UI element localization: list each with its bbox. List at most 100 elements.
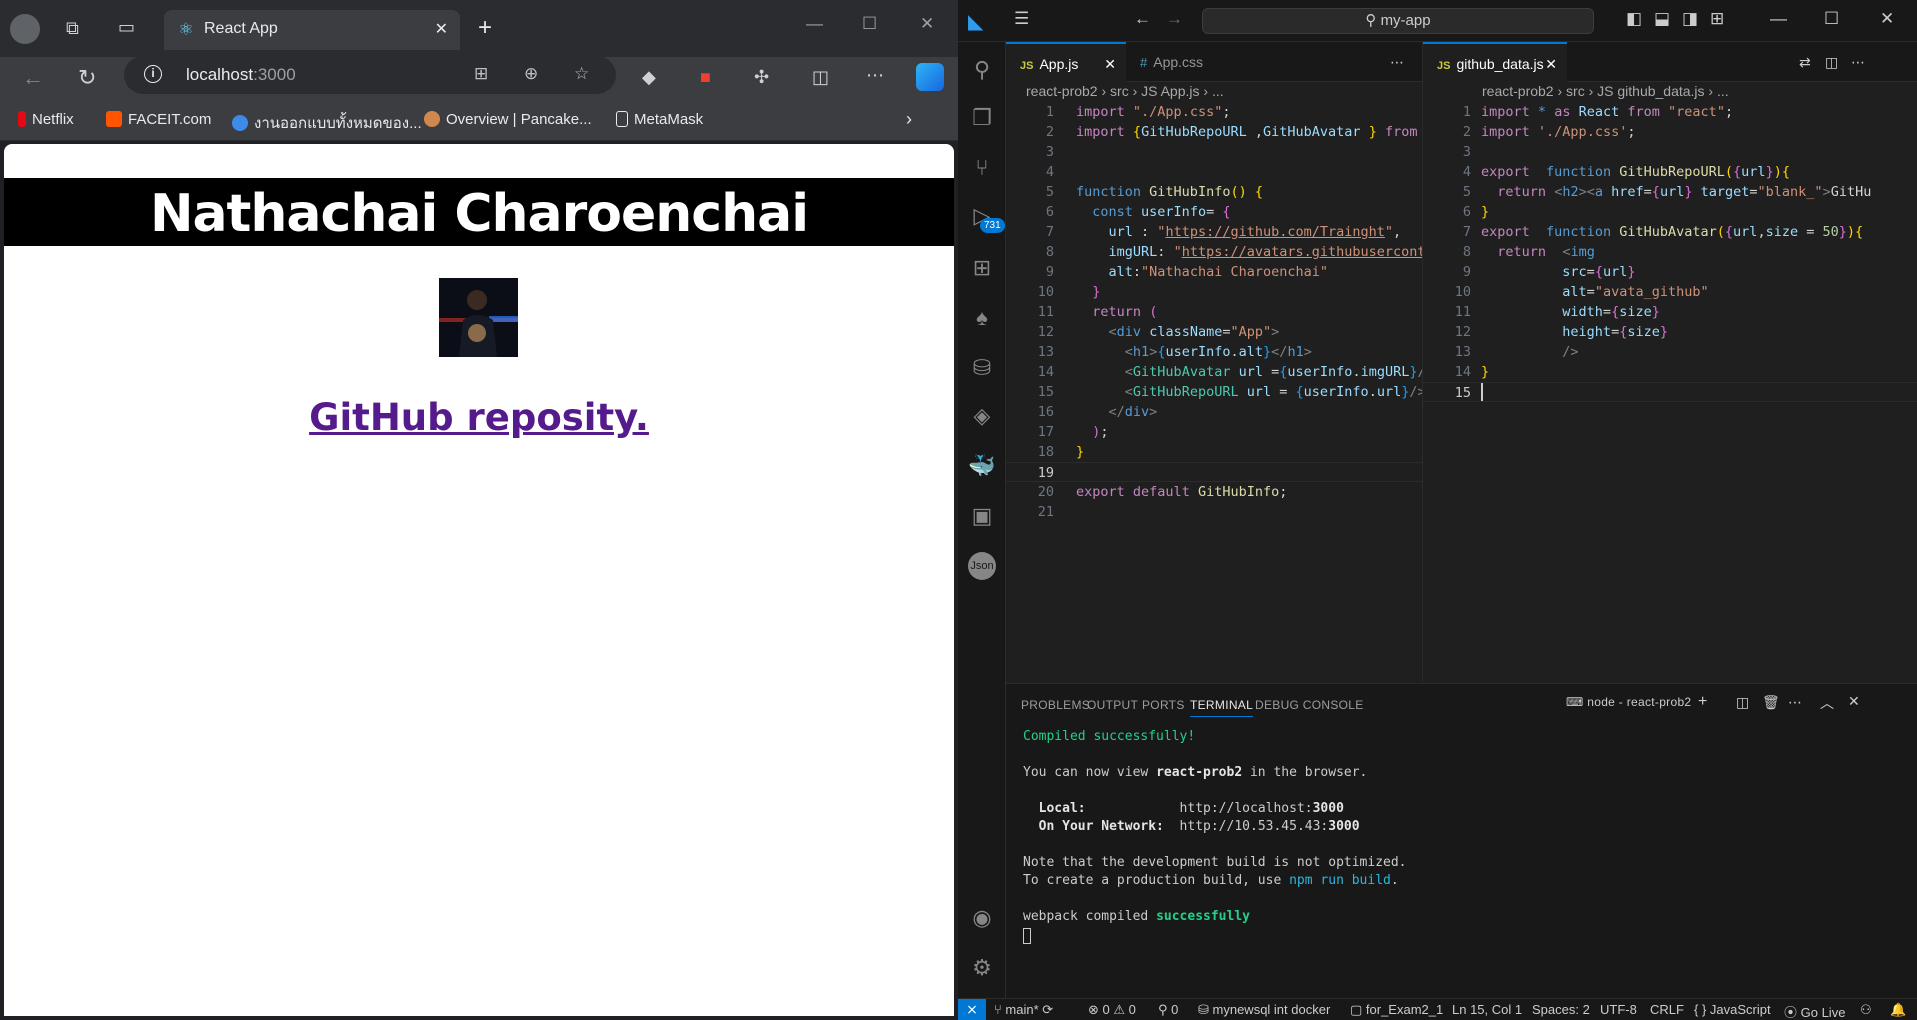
problems-count[interactable]: ⊗ 0 ⚠ 0 <box>1088 1002 1136 1018</box>
language-mode[interactable]: { } JavaScript <box>1694 1002 1771 1017</box>
command-center-search[interactable]: ⚲ my-app <box>1202 8 1594 34</box>
app-available-icon[interactable]: ⊞ <box>474 64 488 84</box>
panel-tab-problems[interactable]: PROBLEMS <box>1021 698 1090 712</box>
panel-more-icon[interactable]: ⋯ <box>1788 694 1802 711</box>
copilot-status-icon[interactable]: ⚇ <box>1860 1002 1872 1018</box>
bookmark-pancake[interactable]: Overview | Pancake... <box>424 111 592 128</box>
git-branch[interactable]: ⑂ main* ⟳ <box>994 1002 1053 1018</box>
panel-tab-ports[interactable]: PORTS <box>1142 698 1185 712</box>
right-editor-github-data-js[interactable]: 1 import * as React from "react"; 2 import… <box>1423 102 1917 682</box>
back-icon[interactable]: ← <box>22 65 44 91</box>
customize-layout-icon[interactable]: ⊞ <box>1710 9 1724 29</box>
terminal-selector[interactable]: ⌨ node - react-prob2 <box>1566 695 1691 709</box>
source-control-icon[interactable]: ⑂ <box>968 154 996 182</box>
more-actions-icon[interactable]: ⋯ <box>1376 42 1404 82</box>
open-changes-icon[interactable]: ⇄ <box>1785 42 1811 82</box>
tab-actions-icon[interactable]: ▭ <box>118 17 135 38</box>
new-terminal-icon[interactable]: + <box>1698 693 1708 711</box>
nav-forward-icon[interactable]: → <box>1166 9 1183 29</box>
more-icon[interactable]: ⋯ <box>866 65 884 86</box>
vscode-window: ◣ ☰ ← → ⚲ my-app ◧ ⬓ ◨ ⊞ — ☐ ✕ ⚲ ❐ ⑂ ▷ 7… <box>958 0 1917 1020</box>
db-connection[interactable]: ⛁ mynewsql int docker <box>1198 1002 1330 1018</box>
layers-icon[interactable]: ◈ <box>968 402 996 430</box>
search-icon[interactable]: ⚲ <box>968 56 996 84</box>
close-tab-icon[interactable]: ✕ <box>1104 44 1116 84</box>
panel-tab-terminal[interactable]: TERMINAL <box>1190 698 1254 717</box>
toggle-panel-icon[interactable]: ⬓ <box>1654 9 1670 29</box>
explorer-icon[interactable]: ❐ <box>968 104 996 132</box>
settings-gear-icon[interactable]: ⚙ <box>968 954 996 982</box>
more-actions-icon[interactable]: ⋯ <box>1837 42 1865 82</box>
zoom-icon[interactable]: ⊕ <box>524 64 538 84</box>
docker-icon[interactable]: 🐳 <box>968 452 996 480</box>
right-editor-tabs: JS github_data.js ✕ ⇄ ◫ ⋯ <box>1423 42 1917 82</box>
reload-icon[interactable]: ↻ <box>78 65 96 91</box>
kill-terminal-icon[interactable]: 🗑 <box>1762 694 1780 711</box>
tab-github-data-js[interactable]: JS github_data.js ✕ <box>1423 42 1567 82</box>
github-repo-link[interactable]: GitHub reposity. <box>309 396 649 439</box>
close-window-button[interactable]: ✕ <box>920 14 934 34</box>
bookmark-faceit[interactable]: FACEIT.com <box>106 111 211 128</box>
toggle-secondary-sidebar-icon[interactable]: ◨ <box>1682 9 1698 29</box>
json-icon[interactable]: Json <box>968 552 996 580</box>
bookmark-netflix[interactable]: Netflix <box>18 111 74 128</box>
close-panel-icon[interactable]: ✕ <box>1848 693 1860 710</box>
remote-indicator-icon[interactable]: ⨯ <box>958 999 986 1020</box>
panel-tab-debug-console[interactable]: DEBUG CONSOLE <box>1255 698 1364 712</box>
bottom-panel: PROBLEMS OUTPUT PORTS TERMINAL DEBUG CON… <box>1006 683 1917 998</box>
terminal-local-line: Local: http://localhost:3000 <box>1038 801 1344 816</box>
ports-count[interactable]: ⚲ 0 <box>1158 1002 1178 1018</box>
workspaces-icon[interactable]: ⧉ <box>66 18 79 39</box>
panel-tab-output[interactable]: OUTPUT <box>1087 698 1138 712</box>
split-terminal-icon[interactable]: ◫ <box>1736 694 1750 711</box>
terminal-compiled: Compiled successfully! <box>1023 729 1196 744</box>
encoding[interactable]: UTF-8 <box>1600 1002 1637 1017</box>
split-screen-icon[interactable]: ◫ <box>812 67 829 88</box>
minimize-button[interactable]: — <box>806 14 823 34</box>
bookmark-canva[interactable]: งานออกแบบทั้งหมดของ... <box>232 111 422 135</box>
vs-maximize-button[interactable]: ☐ <box>1824 9 1839 29</box>
vs-minimize-button[interactable]: — <box>1770 9 1787 29</box>
indentation[interactable]: Spaces: 2 <box>1532 1002 1590 1017</box>
vs-close-button[interactable]: ✕ <box>1880 9 1894 29</box>
accounts-icon[interactable]: ◉ <box>968 904 996 932</box>
left-editor-app-js[interactable]: 1 import "./App.css"; 2 import {GitHubRepo… <box>1006 102 1422 682</box>
maximize-button[interactable]: ☐ <box>862 14 877 34</box>
address-bar[interactable]: i localhost:3000 ⊞ ⊕ ☆ <box>124 56 616 94</box>
tab-react-app[interactable]: ⚛ React App ✕ <box>164 10 460 50</box>
tab-app-js[interactable]: JS App.js ✕ <box>1006 42 1126 82</box>
favorite-star-icon[interactable]: ☆ <box>574 64 589 84</box>
remote-explorer-icon[interactable]: ▣ <box>968 502 996 530</box>
notifications-bell-icon[interactable]: 🔔 <box>1890 1002 1906 1018</box>
site-info-icon[interactable]: i <box>144 65 162 83</box>
extensions-icon[interactable]: ⊞ <box>968 254 996 282</box>
line-endings[interactable]: CRLF <box>1650 1002 1684 1017</box>
split-editor-icon[interactable]: ◫ <box>1811 42 1838 82</box>
js-file-icon: JS <box>1437 60 1451 72</box>
bookmark-metamask[interactable]: MetaMask <box>616 111 703 128</box>
profile-avatar-icon[interactable] <box>10 14 40 44</box>
mongodb-icon[interactable]: ♠ <box>968 304 996 332</box>
tab-app-css[interactable]: # App.css <box>1126 42 1246 82</box>
toggle-primary-sidebar-icon[interactable]: ◧ <box>1626 9 1642 29</box>
copilot-icon[interactable] <box>916 63 944 91</box>
menu-icon[interactable]: ☰ <box>1014 9 1029 29</box>
right-breadcrumb: react-prob2 › src › JS github_data.js › … <box>1482 83 1729 99</box>
collections-icon[interactable]: ◆ <box>642 67 656 88</box>
nav-back-icon[interactable]: ← <box>1134 9 1151 29</box>
database-icon[interactable]: ⛁ <box>968 354 996 382</box>
extension-icon-1[interactable]: ■ <box>700 67 711 88</box>
close-tab-icon[interactable]: ✕ <box>1545 44 1557 84</box>
cursor-position[interactable]: Ln 15, Col 1 <box>1452 1002 1522 1017</box>
workspace-folder[interactable]: ▢ for_Exam2_1 <box>1350 1002 1443 1018</box>
faceit-icon <box>106 111 122 127</box>
go-live-button[interactable]: ⦿ Go Live <box>1784 1002 1845 1020</box>
address-input[interactable]: localhost:3000 <box>186 65 296 85</box>
tab-title: React App <box>204 20 278 37</box>
new-tab-button[interactable]: + <box>478 14 492 42</box>
extensions-icon[interactable]: ✣ <box>754 67 769 88</box>
bookmarks-more-chevron-icon[interactable]: › <box>906 109 912 130</box>
close-tab-icon[interactable]: ✕ <box>435 19 448 39</box>
maximize-panel-icon[interactable]: ︿ <box>1820 693 1834 713</box>
activity-badge: 731 <box>980 218 1005 233</box>
